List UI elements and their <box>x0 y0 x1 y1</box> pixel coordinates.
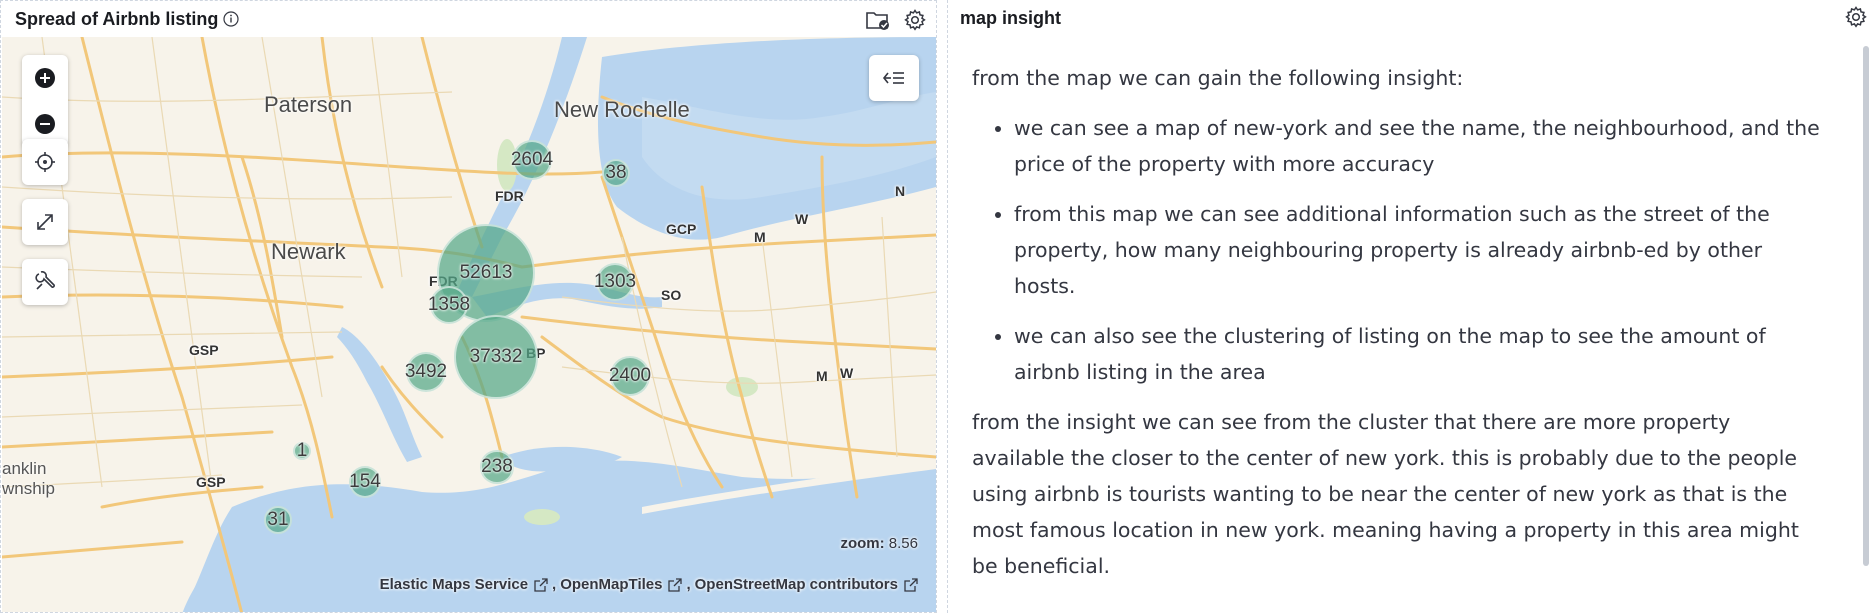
cluster-count-label: 37332 <box>469 346 523 367</box>
map-panel: Spread of Airbnb listing Paterson New Ro… <box>0 0 937 613</box>
insight-conclusion: from the insight we can see from the clu… <box>972 410 1799 578</box>
attribution-text: Elastic Maps Service <box>379 576 529 593</box>
insight-intro: from the map we can gain the following i… <box>972 66 1464 90</box>
place-label: Newark <box>271 239 346 264</box>
cluster-count-label: 31 <box>267 509 289 530</box>
cluster-count-label: 38 <box>605 162 627 183</box>
road-label: SO <box>661 287 682 303</box>
attribution-link[interactable]: OpenMapTiles <box>560 576 683 593</box>
attribution-link[interactable]: Elastic Maps Service <box>380 576 548 593</box>
cluster-count-label: 2604 <box>510 149 554 170</box>
cluster-count-label: 1 <box>296 440 308 461</box>
insight-markdown: from the map we can gain the following i… <box>972 60 1822 598</box>
insight-bullet-list: we can see a map of new-york and see the… <box>1014 110 1822 390</box>
info-icon[interactable] <box>222 10 240 28</box>
attribution-link[interactable]: OpenStreetMap contributors <box>695 576 918 593</box>
place-label: wnship <box>2 479 55 498</box>
cluster-count-label: 2400 <box>608 365 652 386</box>
settings-gear-icon[interactable] <box>1841 2 1871 32</box>
road-label: W <box>795 211 809 227</box>
attribution-text: OpenMapTiles <box>560 576 663 593</box>
map-panel-header: Spread of Airbnb listing <box>1 1 936 37</box>
cluster-count-label: 238 <box>481 456 513 477</box>
fullscreen-button[interactable] <box>22 199 68 245</box>
dashboard: Spread of Airbnb listing Paterson New Ro… <box>0 0 1873 613</box>
zoom-readout: zoom: 8.56 <box>840 535 918 552</box>
cluster-count-label: 154 <box>349 471 381 492</box>
scrollbar[interactable] <box>1863 46 1869 606</box>
road-label: M <box>754 229 766 245</box>
saved-folder-icon[interactable] <box>863 5 893 35</box>
map-panel-title: Spread of Airbnb listing <box>15 8 219 29</box>
road-label: N <box>895 183 906 199</box>
cluster-count-label: 3492 <box>404 361 448 382</box>
zoom-in-button[interactable] <box>22 55 68 101</box>
road-label: GCP <box>666 221 697 237</box>
place-label: New Rochelle <box>554 97 690 122</box>
place-label: anklin <box>2 459 47 478</box>
expand-icon <box>22 199 68 245</box>
scrollbar-thumb[interactable] <box>1863 46 1869 566</box>
insight-panel-title: map insight <box>960 8 1062 28</box>
map-canvas[interactable]: Paterson New Rochelle Newark anklin wnsh… <box>2 37 936 612</box>
crosshair-icon <box>22 139 68 185</box>
road-label: W <box>840 365 854 381</box>
road-label: FDR <box>495 188 524 204</box>
tools-button[interactable] <box>22 259 68 305</box>
external-link-icon <box>904 577 918 592</box>
locate-button[interactable] <box>22 139 68 185</box>
insight-bullet: we can see a map of new-york and see the… <box>1014 110 1822 182</box>
external-link-icon <box>534 577 548 592</box>
insight-bullet: from this map we can see additional info… <box>1014 196 1822 304</box>
insight-panel: map insight from the map we can gain the… <box>947 0 1873 613</box>
collapse-left-icon <box>882 72 904 84</box>
zoom-value: 8.56 <box>888 535 918 552</box>
road-label: GSP <box>196 474 226 490</box>
attribution-text: OpenStreetMap contributors <box>694 576 898 593</box>
road-label: M <box>816 368 828 384</box>
cluster-count-label: 1358 <box>427 294 471 315</box>
layer-panel-toggle-button[interactable] <box>869 55 919 101</box>
zoom-control <box>22 55 68 147</box>
place-label: Paterson <box>264 92 353 117</box>
external-link-icon <box>668 577 683 592</box>
cluster-count-label: 1303 <box>593 271 637 292</box>
settings-gear-icon[interactable] <box>900 5 930 35</box>
insight-bullet: we can also see the clustering of listin… <box>1014 318 1822 390</box>
wrench-icon <box>22 259 68 305</box>
road-label: GSP <box>189 342 219 358</box>
map-attribution: Elastic Maps Service, OpenMapTiles, Open… <box>380 576 918 593</box>
cluster-count-label: 52613 <box>459 262 513 283</box>
zoom-label: zoom: <box>840 535 885 552</box>
